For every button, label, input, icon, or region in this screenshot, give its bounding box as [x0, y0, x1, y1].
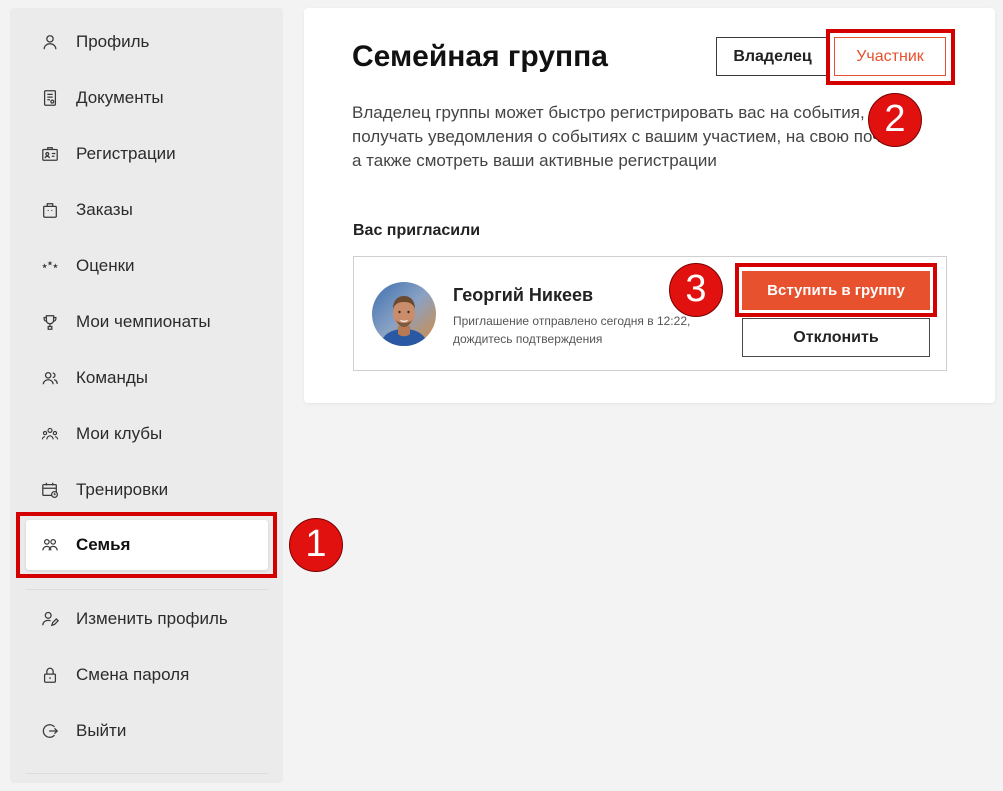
edit-profile-icon — [41, 610, 59, 628]
stars-icon — [41, 257, 59, 275]
sidebar-item-label: Регистрации — [76, 144, 176, 163]
calendar-clock-icon — [41, 481, 59, 499]
invitation-message: Приглашение отправлено сегодня в 12:22, … — [453, 312, 690, 348]
team-icon — [41, 369, 59, 387]
sidebar-item-clubs[interactable]: Мои клубы — [10, 406, 283, 462]
sidebar-item-logout[interactable]: Выйти — [10, 703, 283, 759]
sidebar: Профиль Документы Регистрации Заказы Оце… — [10, 8, 283, 783]
invitation-message-line: дождитесь подтверждения — [453, 332, 603, 346]
sidebar-item-label: Семья — [76, 535, 131, 554]
description-line: а также смотреть ваши активные регистрац… — [352, 151, 717, 170]
sidebar-item-label: Профиль — [76, 32, 150, 51]
join-group-button[interactable]: Вступить в группу — [742, 271, 930, 310]
tab-owner[interactable]: Владелец — [716, 37, 829, 76]
sidebar-item-label: Смена пароля — [76, 665, 190, 684]
trophy-icon — [41, 313, 59, 331]
invitation-message-line: Приглашение отправлено сегодня в 12:22, — [453, 314, 691, 328]
logout-icon — [41, 722, 59, 740]
sidebar-item-label: Мои клубы — [76, 424, 163, 443]
sidebar-item-orders[interactable]: Заказы — [10, 182, 283, 238]
sidebar-item-family[interactable]: Семья — [26, 520, 268, 570]
description: Владелец группы может быстро регистриров… — [352, 101, 900, 173]
bag-icon — [41, 201, 59, 219]
clubs-icon — [41, 425, 59, 443]
sidebar-item-label: Оценки — [76, 256, 135, 275]
sidebar-item-label: Мои чемпионаты — [76, 312, 211, 331]
family-group-card: Семейная группа Владелец Участник Владел… — [304, 8, 995, 403]
description-line: Владелец группы может быстро регистриров… — [352, 103, 865, 122]
page-title: Семейная группа — [352, 40, 608, 73]
sidebar-item-label: Выйти — [76, 721, 127, 740]
sidebar-item-change-password[interactable]: Смена пароля — [10, 647, 283, 703]
lock-icon — [41, 666, 59, 684]
sidebar-item-trainings[interactable]: Тренировки — [10, 462, 283, 518]
sidebar-item-label: Тренировки — [76, 480, 169, 499]
inviter-name: Георгий Никеев — [453, 285, 594, 305]
document-icon — [41, 89, 59, 107]
sidebar-item-documents[interactable]: Документы — [10, 70, 283, 126]
sidebar-divider — [26, 589, 268, 590]
sidebar-item-label: Документы — [76, 88, 164, 107]
decline-button[interactable]: Отклонить — [742, 318, 930, 357]
sidebar-item-profile[interactable]: Профиль — [10, 14, 283, 70]
invitation-card: Георгий Никеев Приглашение отправлено се… — [353, 256, 947, 371]
sidebar-divider — [26, 773, 268, 774]
sidebar-item-edit-profile[interactable]: Изменить профиль — [10, 591, 283, 647]
invited-heading: Вас пригласили — [353, 222, 481, 239]
sidebar-item-label: Заказы — [76, 200, 133, 219]
annotation-marker-1: 1 — [289, 518, 343, 572]
sidebar-item-registrations[interactable]: Регистрации — [10, 126, 283, 182]
avatar — [372, 282, 436, 346]
sidebar-item-label: Изменить профиль — [76, 609, 228, 628]
tab-member[interactable]: Участник — [834, 37, 946, 76]
user-icon — [41, 33, 59, 51]
sidebar-item-label: Команды — [76, 368, 149, 387]
id-card-icon — [41, 145, 59, 163]
sidebar-item-ratings[interactable]: Оценки — [10, 238, 283, 294]
family-icon — [41, 536, 59, 554]
sidebar-item-teams[interactable]: Команды — [10, 350, 283, 406]
sidebar-item-championships[interactable]: Мои чемпионаты — [10, 294, 283, 350]
description-line: получать уведомления о событиях с вашим … — [352, 127, 901, 146]
